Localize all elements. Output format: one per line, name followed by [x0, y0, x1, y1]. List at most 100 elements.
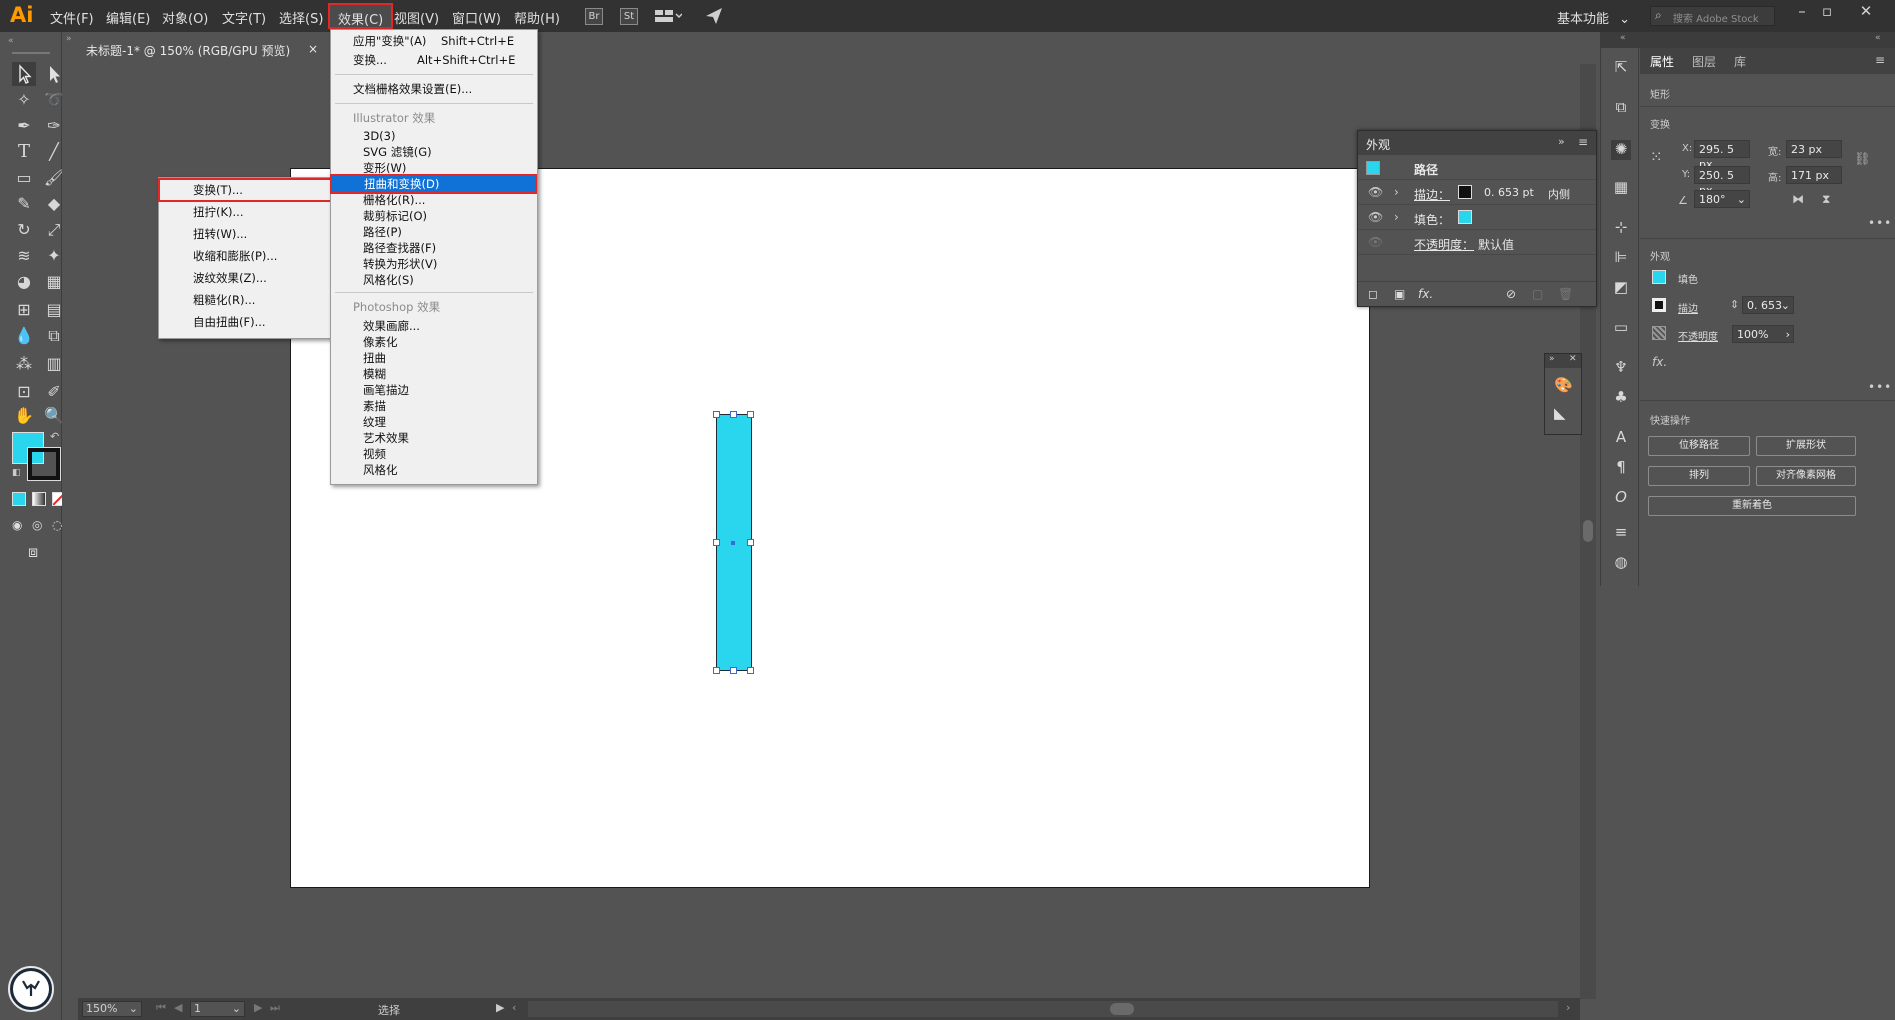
- selection-handle[interactable]: [713, 411, 720, 418]
- menu-item-distort-transform[interactable]: 扭曲和变换(D): [330, 174, 537, 194]
- draw-behind-icon[interactable]: ◎: [32, 518, 42, 532]
- menu-item-distort[interactable]: 扭曲: [331, 350, 537, 366]
- rotate-tool-icon[interactable]: ↻: [12, 218, 36, 242]
- horizontal-scroll-thumb[interactable]: [1110, 1003, 1134, 1015]
- stroke-label[interactable]: 描边：: [1414, 186, 1450, 203]
- recolor-artwork-icon[interactable]: 🎨: [1554, 376, 1573, 394]
- stroke-color-swatch[interactable]: [27, 447, 61, 481]
- menu-help[interactable]: 帮助(H): [514, 8, 560, 27]
- rectangle-tool-icon[interactable]: ▭: [12, 166, 36, 190]
- menu-item-effect-gallery[interactable]: 效果画廊...: [331, 318, 537, 334]
- fill-swatch[interactable]: [1652, 270, 1666, 284]
- height-field[interactable]: 171 px: [1786, 166, 1842, 184]
- magic-wand-tool-icon[interactable]: ✧: [12, 88, 36, 112]
- submenu-item-twist[interactable]: 扭转(W)...: [159, 223, 332, 245]
- menu-item-raster-effects-settings[interactable]: 文档栅格效果设置(E)...: [331, 81, 537, 97]
- stroke-weight-field[interactable]: 0. 653 ⌄: [1742, 296, 1794, 314]
- first-artboard-icon[interactable]: ⏮: [156, 1001, 166, 1015]
- arrange-documents-icon[interactable]: [654, 8, 683, 24]
- color-guide-icon[interactable]: ◍: [1611, 553, 1631, 573]
- appearance-icon[interactable]: ✺: [1611, 140, 1631, 160]
- paragraph-icon[interactable]: ¶: [1611, 458, 1631, 478]
- workspace-switcher[interactable]: 基本功能 ⌄: [1557, 8, 1630, 27]
- appearance-object-row[interactable]: 路径: [1358, 155, 1596, 180]
- expand-shape-button[interactable]: 扩展形状: [1756, 436, 1856, 456]
- type-tool-icon[interactable]: T: [12, 140, 36, 164]
- flip-vertical-icon[interactable]: ⧗: [1822, 192, 1830, 207]
- menu-type[interactable]: 文字(T): [222, 8, 266, 27]
- menu-item-svg-filters[interactable]: SVG 滤镜(G): [331, 144, 537, 160]
- menu-item-crop-marks[interactable]: 裁剪标记(O): [331, 208, 537, 224]
- maximize-button[interactable]: ▫: [1810, 2, 1844, 22]
- collapse-icon[interactable]: »: [1549, 354, 1555, 364]
- gradient-icon[interactable]: ▭: [1611, 318, 1631, 338]
- visibility-eye-icon[interactable]: 👁: [1368, 185, 1383, 199]
- fill-label[interactable]: 填色：: [1414, 211, 1450, 228]
- width-field[interactable]: 23 px: [1786, 140, 1842, 158]
- opentype-icon[interactable]: O: [1611, 488, 1631, 508]
- status-menu-arrow-icon[interactable]: ▶: [496, 1001, 504, 1014]
- draw-inside-icon[interactable]: ◌: [52, 518, 62, 532]
- default-colors-icon[interactable]: ◧: [12, 468, 21, 478]
- appearance-opacity-row[interactable]: 👁 不透明度： 默认值: [1358, 230, 1596, 255]
- pen-tool-icon[interactable]: ✒: [12, 114, 36, 138]
- constrain-proportions-icon[interactable]: ⛓: [1854, 152, 1871, 167]
- submenu-item-roughen[interactable]: 粗糙化(R)...: [159, 289, 332, 311]
- menu-item-convert-to-shape[interactable]: 转换为形状(V): [331, 256, 537, 272]
- stepper-icon[interactable]: ⇕: [1730, 298, 1739, 311]
- opacity-field[interactable]: 100% ›: [1732, 325, 1794, 343]
- dock-expand-icon[interactable]: «: [1875, 33, 1881, 43]
- pathfinder-icon[interactable]: ◩: [1611, 278, 1631, 298]
- menu-item-pathfinder[interactable]: 路径查找器(F): [331, 240, 537, 256]
- image-trace-icon[interactable]: ◣: [1554, 404, 1566, 422]
- selection-handle[interactable]: [713, 539, 720, 546]
- symbol-sprayer-tool-icon[interactable]: ⁂: [12, 352, 36, 376]
- stock-button[interactable]: St: [620, 8, 638, 25]
- x-position-field[interactable]: 295. 5 px: [1694, 140, 1750, 171]
- submenu-item-zig-zag[interactable]: 波纹效果(Z)...: [159, 267, 332, 289]
- add-new-stroke-icon[interactable]: ◻: [1368, 287, 1378, 301]
- eyedropper-tool-icon[interactable]: 💧: [12, 324, 36, 348]
- swap-colors-icon[interactable]: ↶: [50, 430, 59, 443]
- scroll-left-icon[interactable]: ‹: [512, 1001, 516, 1014]
- effects-fx-icon[interactable]: fx.: [1652, 355, 1667, 369]
- previous-artboard-icon[interactable]: ◀: [174, 1001, 182, 1014]
- transform-more-options[interactable]: •••: [1868, 216, 1892, 230]
- menu-select[interactable]: 选择(S): [279, 8, 323, 27]
- opacity-label[interactable]: 不透明度：: [1414, 236, 1474, 253]
- menu-item-sketch[interactable]: 素描: [331, 398, 537, 414]
- align-icon[interactable]: ⊫: [1611, 248, 1631, 268]
- gpu-performance-icon[interactable]: [704, 6, 724, 26]
- shape-builder-tool-icon[interactable]: ◕: [12, 270, 36, 294]
- artboards-icon[interactable]: ⧉: [1611, 98, 1631, 118]
- menu-item-path[interactable]: 路径(P): [331, 224, 537, 240]
- zoom-level-field[interactable]: 150% ⌄: [82, 1001, 142, 1017]
- reference-point-icon[interactable]: ⁙: [1650, 148, 1663, 166]
- selection-tool-icon[interactable]: [12, 62, 36, 86]
- menu-item-texture[interactable]: 纹理: [331, 414, 537, 430]
- export-icon[interactable]: ⇱: [1611, 58, 1631, 78]
- close-window-button[interactable]: ✕: [1849, 2, 1883, 22]
- collapse-panel-icon[interactable]: «: [8, 36, 14, 46]
- search-input[interactable]: 搜索 Adobe Stock: [1673, 10, 1759, 25]
- expand-arrow-icon[interactable]: ›: [1394, 185, 1399, 199]
- draw-normal-icon[interactable]: ◉: [12, 518, 22, 532]
- y-position-field[interactable]: 250. 5 px: [1694, 166, 1750, 197]
- menu-view[interactable]: 视图(V): [394, 8, 439, 27]
- artboard-tool-icon[interactable]: ⊡: [12, 380, 36, 404]
- stroke-swatch[interactable]: [1652, 298, 1666, 312]
- expand-panel-icon[interactable]: »: [66, 34, 72, 44]
- color-mode-icon[interactable]: [12, 492, 26, 506]
- menu-file[interactable]: 文件(F): [50, 8, 94, 27]
- menu-item-blur[interactable]: 模糊: [331, 366, 537, 382]
- menu-item-3d[interactable]: 3D(3): [331, 128, 537, 144]
- visibility-eye-icon[interactable]: 👁: [1368, 210, 1383, 224]
- hand-tool-icon[interactable]: ✋: [12, 404, 36, 428]
- menu-item-rasterize[interactable]: 栅格化(R)...: [331, 192, 537, 208]
- mesh-tool-icon[interactable]: ⊞: [12, 298, 36, 322]
- arrange-button[interactable]: 排列: [1648, 466, 1750, 486]
- screen-mode-icon[interactable]: ⧈: [28, 542, 38, 562]
- menu-item-pixelate[interactable]: 像素化: [331, 334, 537, 350]
- vertical-scroll-thumb[interactable]: [1583, 520, 1593, 542]
- flip-horizontal-icon[interactable]: ⧓: [1792, 192, 1804, 206]
